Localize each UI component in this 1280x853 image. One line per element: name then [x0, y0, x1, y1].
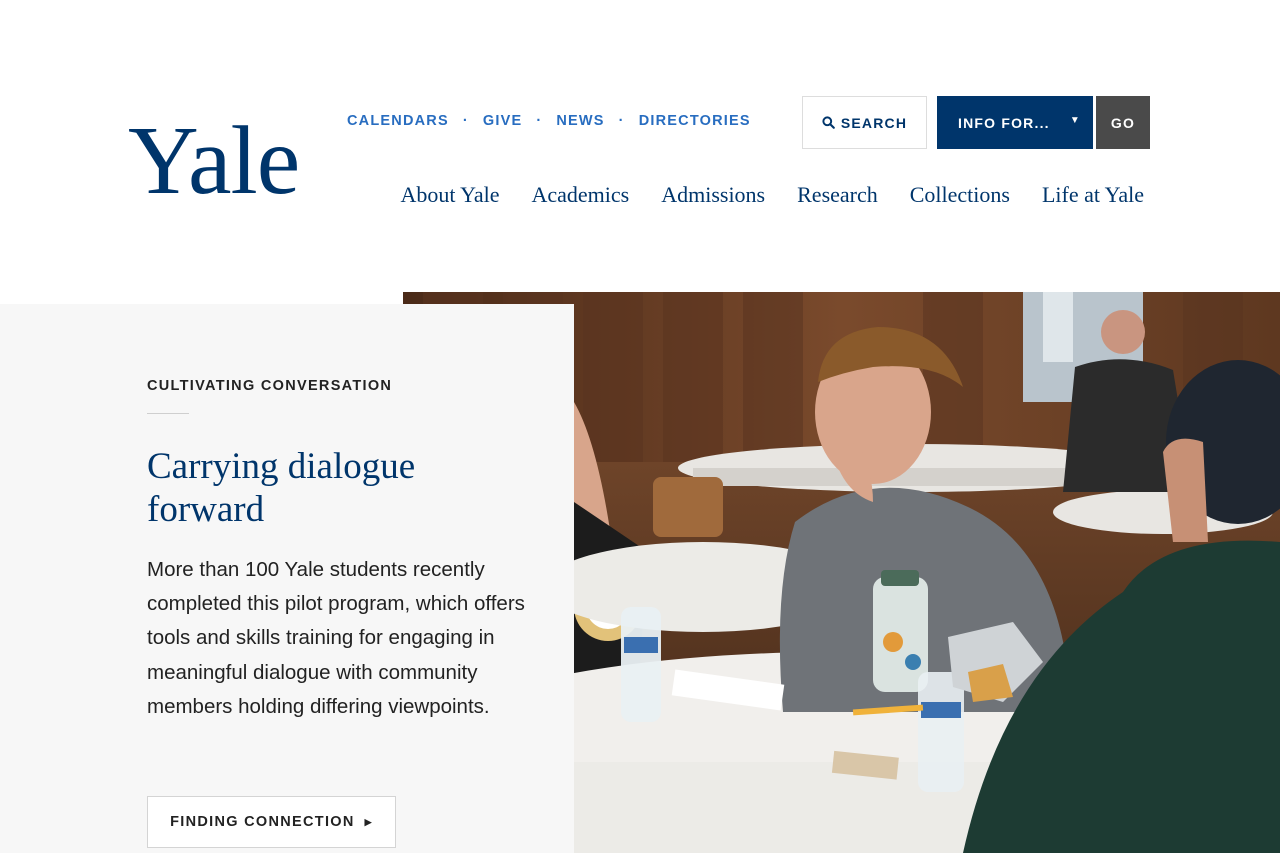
utility-separator: ·: [462, 113, 469, 129]
chevron-down-icon: ▼: [1069, 115, 1081, 126]
search-button-label: SEARCH: [840, 114, 908, 131]
yale-logo[interactable]: Yale: [128, 112, 300, 210]
main-nav-collections[interactable]: Collections: [910, 182, 1010, 208]
main-nav-life-at-yale[interactable]: Life at Yale: [1042, 182, 1144, 208]
search-icon: [822, 116, 835, 129]
utility-separator: ·: [536, 113, 543, 129]
go-button[interactable]: GO: [1096, 96, 1150, 149]
search-button[interactable]: SEARCH: [802, 96, 927, 149]
utility-link-calendars[interactable]: CALENDARS: [347, 113, 449, 129]
utility-link-directories[interactable]: DIRECTORIES: [639, 113, 751, 129]
utility-separator: ·: [618, 113, 625, 129]
info-for-select-value: INFO FOR...: [958, 114, 1050, 131]
utility-link-give[interactable]: GIVE: [483, 113, 522, 129]
main-nav-research[interactable]: Research: [797, 182, 878, 208]
cta-label: FINDING CONNECTION: [170, 814, 355, 830]
chevron-right-icon: ▶: [364, 816, 373, 827]
main-nav: About Yale Academics Admissions Research…: [400, 182, 1144, 208]
finding-connection-button[interactable]: FINDING CONNECTION ▶: [147, 796, 396, 848]
eyebrow-divider: [147, 413, 189, 414]
main-nav-admissions[interactable]: Admissions: [661, 182, 765, 208]
utility-nav: CALENDARS · GIVE · NEWS · DIRECTORIES: [347, 113, 751, 129]
main-nav-academics[interactable]: Academics: [531, 182, 629, 208]
hero-body-text: More than 100 Yale students recently com…: [147, 558, 525, 718]
info-for-select[interactable]: INFO FOR... ▼: [937, 96, 1093, 149]
utility-link-news[interactable]: NEWS: [556, 113, 604, 129]
main-nav-about-yale[interactable]: About Yale: [400, 182, 499, 208]
hero-headline[interactable]: Carrying dialogue forward: [147, 445, 527, 531]
hero-eyebrow: CULTIVATING CONVERSATION: [147, 378, 393, 394]
